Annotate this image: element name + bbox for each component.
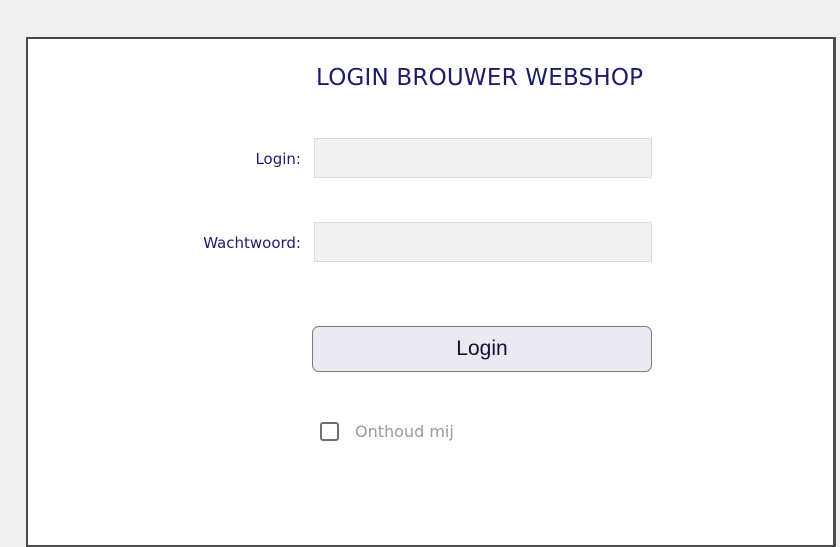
page-title: LOGIN BROUWER WEBSHOP xyxy=(316,65,644,91)
login-panel: LOGIN BROUWER WEBSHOP Login: Wachtwoord:… xyxy=(26,37,836,547)
login-label: Login: xyxy=(255,150,301,168)
password-label: Wachtwoord: xyxy=(203,234,301,252)
password-input[interactable] xyxy=(314,222,652,262)
remember-me-option[interactable]: Onthoud mij xyxy=(320,422,454,441)
remember-me-label: Onthoud mij xyxy=(355,422,454,441)
remember-me-checkbox[interactable] xyxy=(320,422,339,441)
login-input[interactable] xyxy=(314,138,652,178)
login-button[interactable]: Login xyxy=(312,326,652,372)
